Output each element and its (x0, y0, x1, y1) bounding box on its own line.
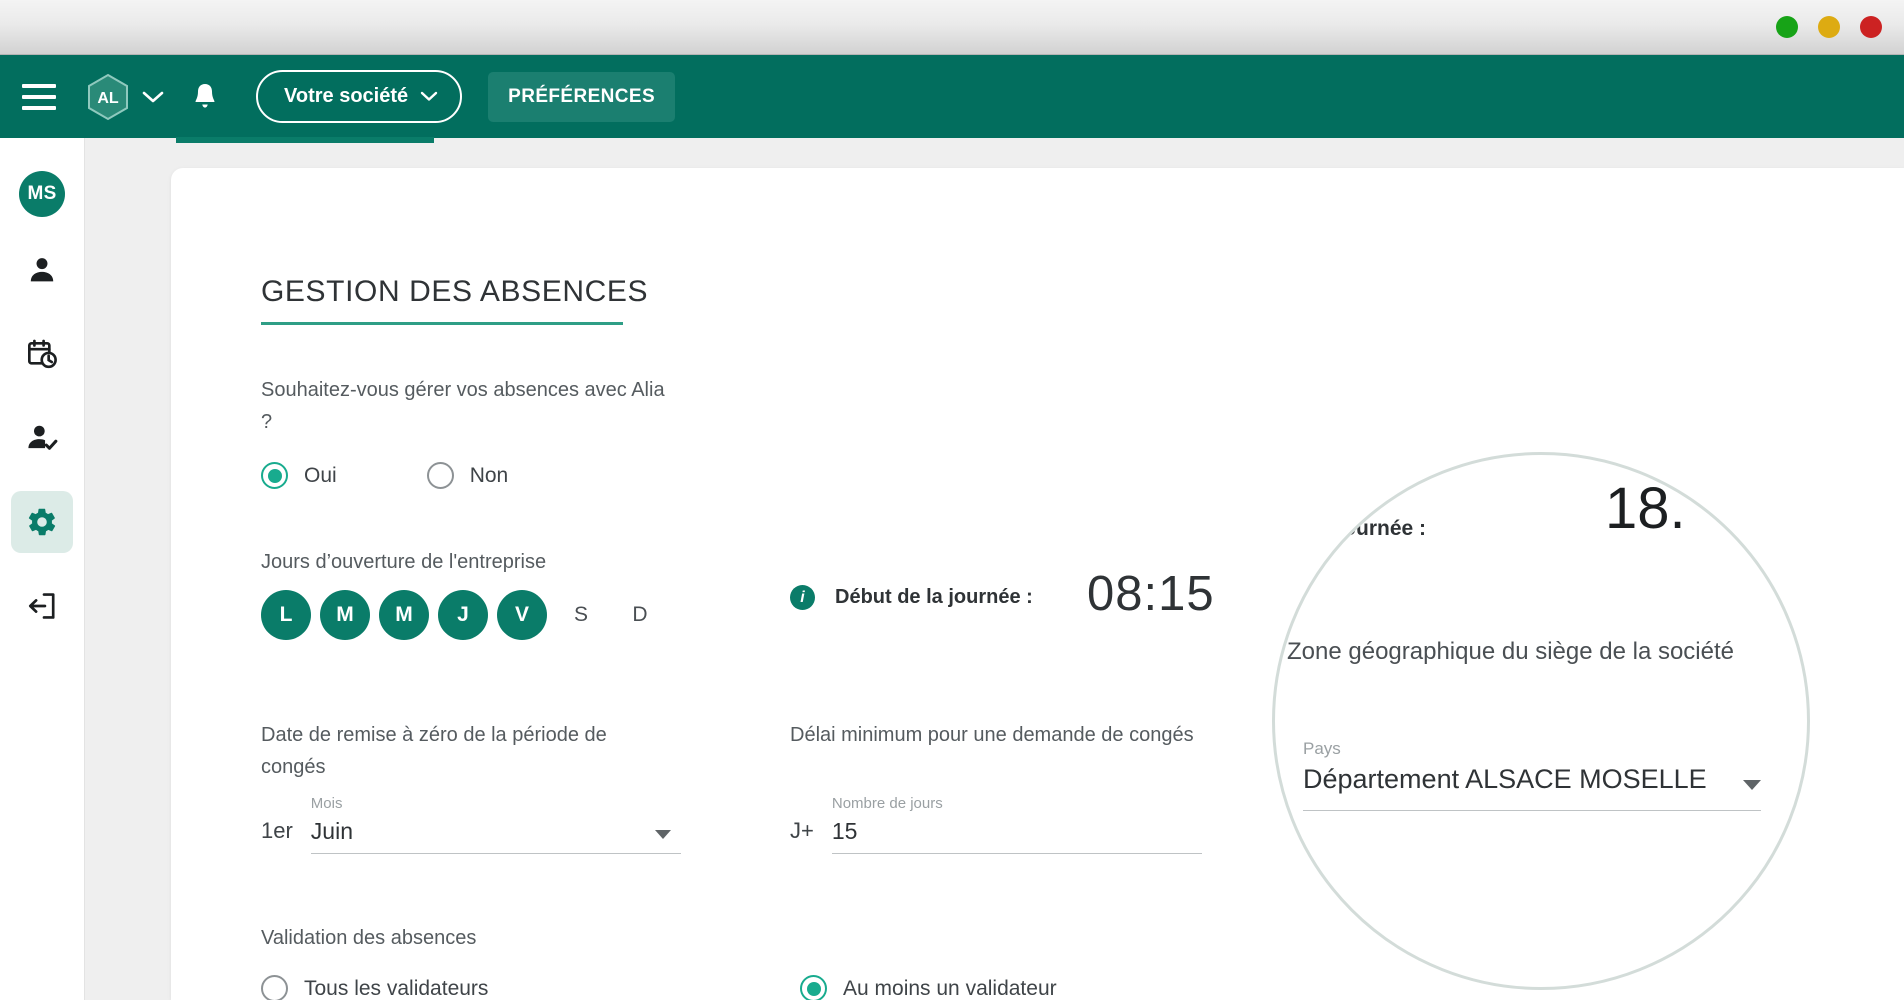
sidebar-item-logout[interactable] (11, 575, 73, 637)
sidebar-item-profile[interactable] (11, 239, 73, 301)
app-logo-icon[interactable]: AL (86, 73, 130, 121)
maximize-button[interactable] (1818, 16, 1840, 38)
day-chip-tuesday[interactable]: M (320, 590, 370, 640)
sidebar-item-validation[interactable] (11, 407, 73, 469)
opening-days-selector: L M M J V S D (261, 590, 674, 640)
radio-manage-oui-label: Oui (304, 463, 337, 487)
magnified-country-value[interactable]: Département ALSACE MOSELLE (1303, 764, 1707, 795)
logo-dropdown-chevron-icon[interactable] (142, 90, 164, 104)
magnified-country-field-label: Pays (1303, 739, 1341, 758)
reset-date-label: Date de remise à zéro de la période de c… (261, 724, 607, 778)
avatar-initials: MS (27, 183, 57, 204)
manage-absences-question: Souhaitez-vous gérer vos absences avec A… (261, 379, 665, 433)
day-start-label: Début de la journée : (835, 586, 1033, 608)
min-delay-value: 15 (831, 818, 858, 844)
day-chip-friday[interactable]: V (497, 590, 547, 640)
company-selector-button[interactable]: Votre société (256, 70, 463, 123)
magnifier-content: n de la journée : 18. Zone géographique … (1272, 455, 1807, 987)
radio-manage-non-label: Non (469, 463, 509, 487)
validation-option-atleast-one-label: Au moins un validateur (843, 976, 1057, 1000)
gear-icon (26, 506, 58, 538)
top-navigation-bar: AL Votre société PRÉFÉRENCES (0, 55, 1904, 138)
chevron-down-icon[interactable] (654, 830, 671, 839)
day-chip-wednesday[interactable]: M (379, 590, 429, 640)
chevron-down-icon (420, 91, 438, 101)
sidebar-item-planning[interactable] (11, 323, 73, 385)
reset-month-field[interactable]: 1er Mois Juin (261, 795, 681, 854)
day-start-value[interactable]: 08:15 (1087, 566, 1215, 622)
sidebar-item-settings[interactable] (11, 491, 73, 553)
validation-option-atleast-one[interactable]: Au moins un validateur (800, 975, 1057, 1000)
manage-absences-radio-group: Oui Non (261, 462, 508, 489)
notifications-bell-icon[interactable] (192, 82, 218, 112)
svg-text:AL: AL (97, 90, 119, 107)
radio-manage-non[interactable]: Non (426, 462, 509, 489)
left-sidebar: MS (0, 138, 85, 1000)
minimize-button[interactable] (1776, 16, 1798, 38)
reset-month-field-label: Mois (310, 795, 343, 812)
min-delay-field-label: Nombre de jours (831, 795, 943, 812)
company-selector-label: Votre société (284, 85, 409, 107)
page-title: GESTION DES ABSENCES (261, 275, 649, 308)
chevron-down-icon[interactable] (1743, 780, 1761, 790)
window-controls (1776, 16, 1882, 38)
opening-days-label: Jours d’ouverture de l'entreprise (261, 551, 547, 573)
min-delay-prefix: J+ (790, 818, 814, 843)
preferences-tab-button[interactable]: PRÉFÉRENCES (488, 71, 676, 122)
active-tab-underline (176, 137, 434, 143)
day-chip-saturday[interactable]: S (556, 590, 606, 640)
magnifier-overlay: n de la journée : 18. Zone géographique … (1272, 452, 1810, 990)
magnified-country-underline (1303, 810, 1761, 811)
min-delay-label: Délai minimum pour une demande de congés (790, 724, 1194, 746)
magnified-zone-label: Zone géographique du siège de la société (1287, 638, 1734, 665)
validation-option-all-label: Tous les validateurs (304, 976, 489, 1000)
avatar[interactable]: MS (19, 171, 65, 217)
person-icon (26, 254, 58, 286)
preferences-tab-label: PRÉFÉRENCES (508, 85, 656, 107)
info-icon[interactable]: i (790, 585, 815, 610)
min-delay-days-field[interactable]: J+ Nombre de jours 15 (790, 795, 1202, 854)
magnified-day-end-value[interactable]: 18. (1605, 475, 1686, 542)
os-title-bar (0, 0, 1904, 55)
radio-circle-icon (426, 462, 454, 489)
validation-option-all[interactable]: Tous les validateurs (261, 975, 488, 1000)
day-chip-sunday[interactable]: D (615, 590, 665, 640)
calendar-clock-icon (26, 338, 58, 370)
radio-manage-oui[interactable]: Oui (261, 462, 337, 489)
magnified-day-end-label: n de la journée : (1272, 517, 1427, 540)
page-title-underline (261, 322, 623, 325)
person-check-icon (26, 422, 58, 454)
day-chip-monday[interactable]: L (261, 590, 311, 640)
day-chip-thursday[interactable]: J (438, 590, 488, 640)
radio-circle-icon (261, 462, 288, 489)
hamburger-menu-icon[interactable] (22, 83, 56, 110)
reset-month-value: Juin (310, 818, 353, 844)
validation-label: Validation des absences (261, 927, 477, 949)
logout-icon (26, 590, 58, 622)
reset-month-prefix: 1er (261, 818, 293, 843)
radio-circle-icon (261, 975, 288, 1000)
close-button[interactable] (1860, 16, 1882, 38)
app-window: AL Votre société PRÉFÉRENCES MS GESTION … (0, 0, 1904, 1000)
day-start-row: i Début de la journée : (790, 585, 1033, 610)
radio-circle-icon (800, 975, 827, 1000)
